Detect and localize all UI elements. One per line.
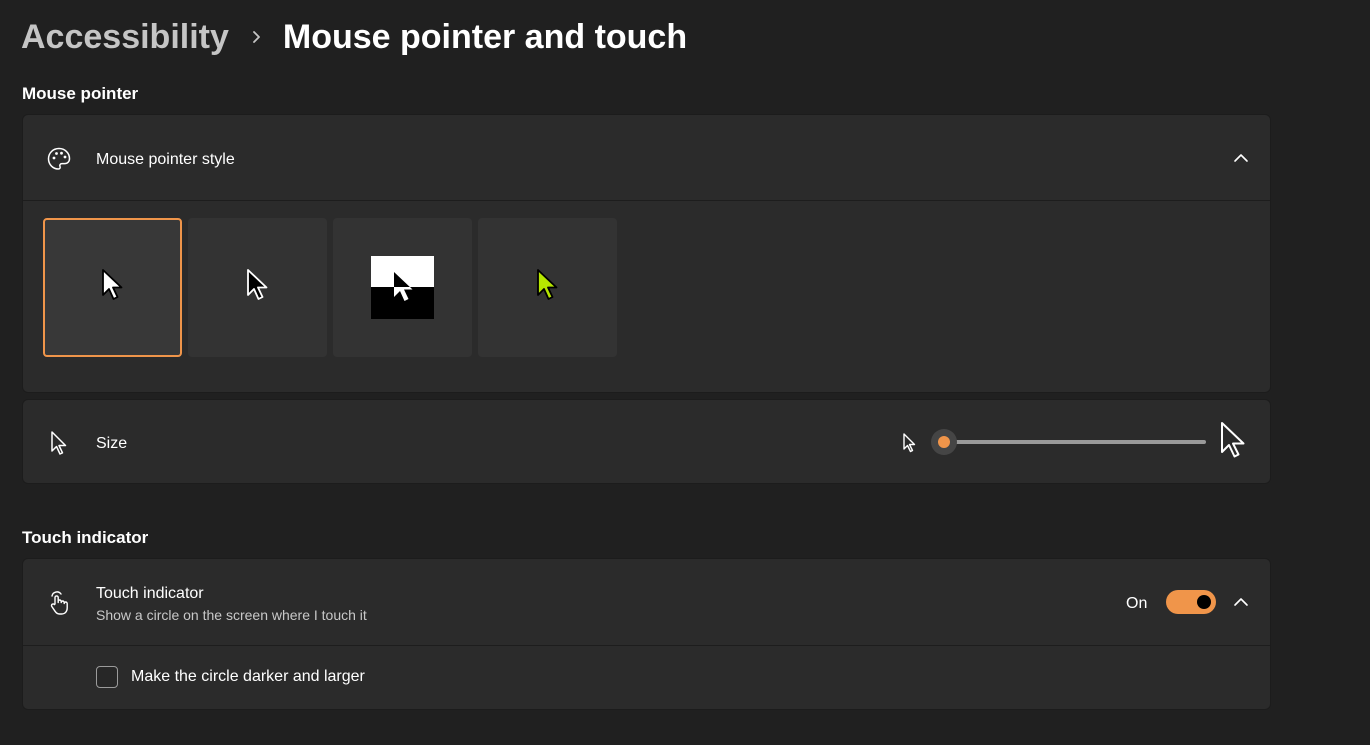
darker-larger-circle-label[interactable]: Make the circle darker and larger bbox=[131, 668, 365, 686]
large-pointer-icon bbox=[1219, 420, 1249, 465]
touch-indicator-label: Touch indicator bbox=[96, 585, 204, 602]
breadcrumb: Accessibility Mouse pointer and touch bbox=[21, 14, 687, 60]
touch-indicator-card: Touch indicator Show a circle on the scr… bbox=[22, 558, 1271, 710]
small-pointer-icon bbox=[902, 432, 918, 459]
pointer-style-custom-tile[interactable] bbox=[478, 218, 617, 357]
pointer-style-inverted-tile[interactable] bbox=[333, 218, 472, 357]
pointer-white-icon bbox=[100, 268, 126, 307]
pointer-style-white-tile[interactable] bbox=[43, 218, 182, 357]
slider-thumb-dot bbox=[938, 436, 950, 448]
pointer-inverted-icon bbox=[371, 256, 434, 319]
darker-larger-circle-checkbox[interactable] bbox=[96, 666, 118, 688]
chevron-right-icon bbox=[229, 29, 283, 45]
pointer-black-icon bbox=[245, 268, 271, 307]
mouse-pointer-style-label: Mouse pointer style bbox=[96, 151, 235, 168]
pointer-size-slider[interactable] bbox=[944, 440, 1206, 444]
mouse-pointer-style-header[interactable]: Mouse pointer style bbox=[23, 115, 1270, 201]
toggle-knob bbox=[1197, 595, 1211, 609]
pointer-style-black-tile[interactable] bbox=[188, 218, 327, 357]
pointer-size-card: Size bbox=[22, 399, 1271, 484]
chevron-up-icon[interactable] bbox=[1231, 148, 1251, 168]
page-title: Mouse pointer and touch bbox=[282, 17, 688, 56]
touch-indicator-description: Show a circle on the screen where I touc… bbox=[96, 607, 367, 623]
pointer-custom-icon bbox=[535, 268, 561, 307]
pointer-icon bbox=[45, 429, 73, 457]
slider-thumb[interactable] bbox=[931, 429, 957, 455]
pointer-size-label: Size bbox=[96, 435, 128, 452]
mouse-pointer-style-card: Mouse pointer style bbox=[22, 114, 1271, 393]
touch-hand-icon bbox=[45, 589, 73, 617]
palette-icon bbox=[45, 145, 73, 173]
breadcrumb-parent-link[interactable]: Accessibility bbox=[21, 18, 229, 57]
divider bbox=[23, 645, 1270, 646]
toggle-state-label: On bbox=[1126, 595, 1148, 612]
section-title-mouse-pointer: Mouse pointer bbox=[22, 84, 139, 103]
divider bbox=[23, 200, 1270, 201]
chevron-up-icon[interactable] bbox=[1231, 592, 1251, 612]
touch-indicator-toggle[interactable] bbox=[1166, 590, 1216, 614]
section-title-touch-indicator: Touch indicator bbox=[22, 528, 149, 547]
